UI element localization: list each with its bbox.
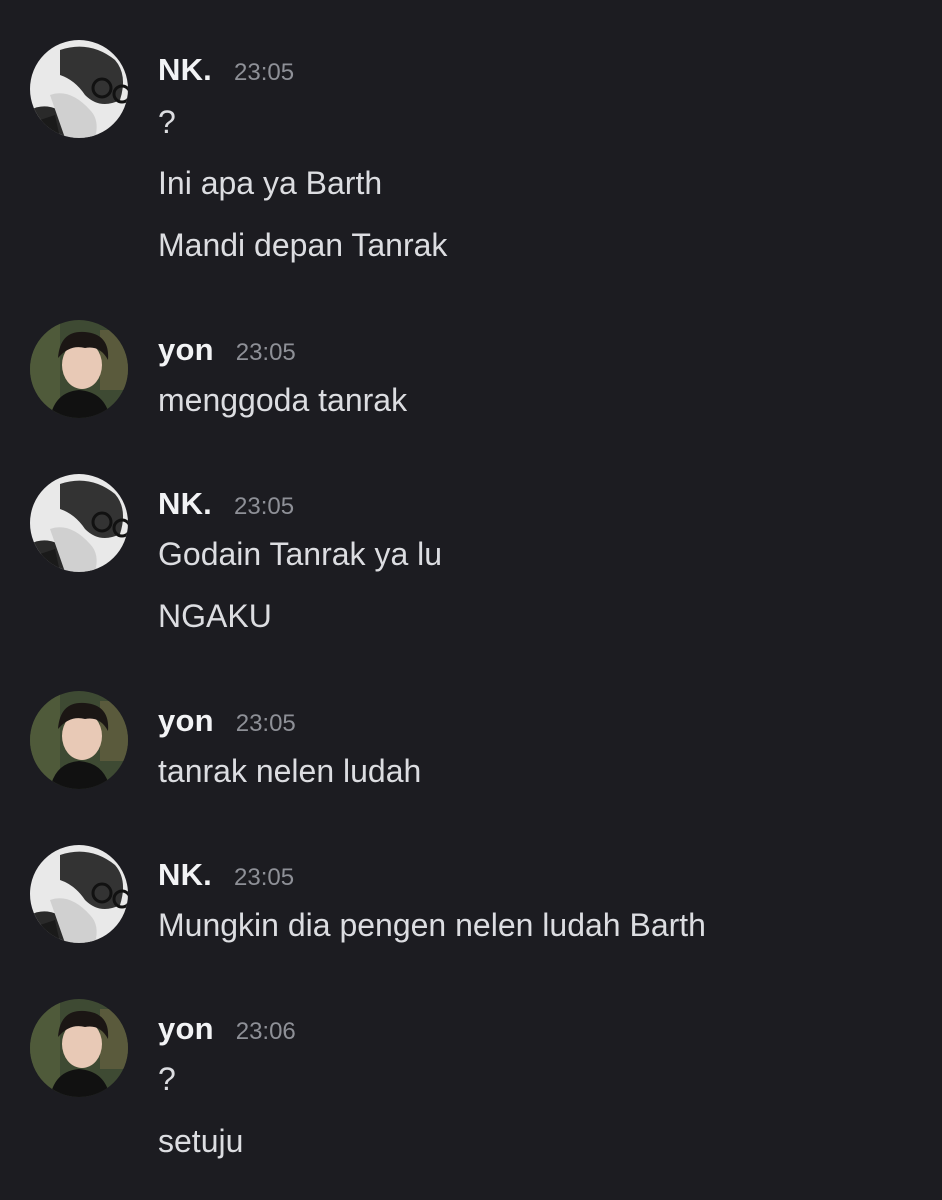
yon-avatar[interactable] xyxy=(30,999,128,1097)
message-group: NK. 23:05 ? Ini apa ya Barth Mandi depan… xyxy=(0,40,942,280)
nk-avatar-image xyxy=(30,40,128,138)
yon-avatar[interactable] xyxy=(30,320,128,418)
message-text: Ini apa ya Barth xyxy=(158,165,383,201)
username[interactable]: yon xyxy=(158,1011,214,1047)
message-text: tanrak nelen ludah xyxy=(158,753,422,789)
yon-avatar[interactable] xyxy=(30,691,128,789)
nk-avatar[interactable] xyxy=(30,40,128,138)
timestamp: 23:05 xyxy=(234,59,295,86)
nk-avatar-image xyxy=(30,474,128,572)
timestamp: 23:05 xyxy=(235,339,296,366)
nk-avatar[interactable] xyxy=(30,845,128,943)
username[interactable]: yon xyxy=(158,332,214,368)
username[interactable]: NK. xyxy=(158,486,212,522)
message-text: menggoda tanrak xyxy=(158,382,408,418)
message-text: ? xyxy=(158,104,176,140)
timestamp: 23:05 xyxy=(234,864,295,891)
username[interactable]: yon xyxy=(158,703,214,739)
message-group: yon 23:05 tanrak nelen ludah xyxy=(0,691,942,801)
message-text: setuju xyxy=(158,1123,244,1159)
yon-avatar-image xyxy=(30,691,128,789)
message-text: Mungkin dia pengen nelen ludah Barth xyxy=(158,907,706,943)
message-header: yon 23:06 xyxy=(158,1011,296,1047)
message-group: NK. 23:05 Godain Tanrak ya lu NGAKU xyxy=(0,474,942,644)
message-group: yon 23:06 ? setuju xyxy=(0,999,942,1169)
timestamp: 23:05 xyxy=(234,493,295,520)
yon-avatar-image xyxy=(30,320,128,418)
message-header: NK. 23:05 xyxy=(158,52,294,88)
timestamp: 23:06 xyxy=(235,1018,296,1045)
message-group: yon 23:05 menggoda tanrak xyxy=(0,320,942,430)
message-text: ? xyxy=(158,1061,176,1097)
message-text: Mandi depan Tanrak xyxy=(158,227,448,263)
nk-avatar-image xyxy=(30,845,128,943)
message-group: NK. 23:05 Mungkin dia pengen nelen ludah… xyxy=(0,845,942,955)
username[interactable]: NK. xyxy=(158,52,212,88)
message-header: yon 23:05 xyxy=(158,703,296,739)
message-text: NGAKU xyxy=(158,598,272,634)
message-header: yon 23:05 xyxy=(158,332,296,368)
message-text: Godain Tanrak ya lu xyxy=(158,536,443,572)
username[interactable]: NK. xyxy=(158,857,212,893)
timestamp: 23:05 xyxy=(235,710,296,737)
message-header: NK. 23:05 xyxy=(158,486,294,522)
yon-avatar-image xyxy=(30,999,128,1097)
nk-avatar[interactable] xyxy=(30,474,128,572)
message-header: NK. 23:05 xyxy=(158,857,294,893)
